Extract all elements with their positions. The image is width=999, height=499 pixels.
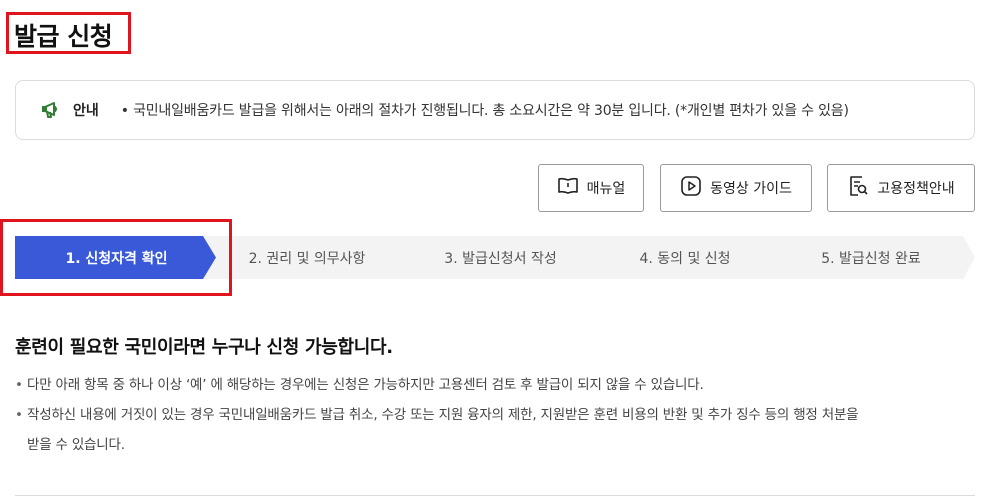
- bullet-item: 다만 아래 항목 중 하나 이상 ‘예’ 에 해당하는 경우에는 신청은 가능하…: [15, 370, 980, 400]
- step-1-label: 1. 신청자격 확인: [65, 250, 168, 267]
- video-guide-button-label: 동영상 가이드: [710, 181, 792, 197]
- employment-policy-button-label: 고용정책안내: [877, 181, 955, 197]
- step-4-label: 4. 동의 및 신청: [639, 250, 731, 267]
- bullet-text: 다만 아래 항목 중 하나 이상 ‘예’ 에 해당하는 경우에는 신청은 가능하…: [27, 377, 704, 393]
- eligibility-headline: 훈련이 필요한 국민이라면 누구나 신청 가능합니다.: [15, 337, 393, 358]
- bullet-text-continued: 받을 수 있습니다.: [27, 437, 125, 453]
- employment-policy-button[interactable]: 고용정책안내: [827, 164, 975, 212]
- document-search-icon: [847, 175, 877, 201]
- page-title: 발급 신청: [14, 22, 113, 51]
- step-5-label: 5. 발급신청 완료: [821, 250, 921, 267]
- manual-button-label: 매뉴얼: [586, 181, 626, 197]
- step-3: 3. 발급신청서 작성: [398, 236, 603, 279]
- step-3-label: 3. 발급신청서 작성: [444, 250, 557, 267]
- bullet-text: 작성하신 내용에 거짓이 있는 경우 국민내일배움카드 발급 취소, 수강 또는…: [27, 407, 859, 423]
- step-2: 2. 권리 및 의무사항: [203, 236, 411, 279]
- step-5: 5. 발급신청 완료: [767, 236, 975, 279]
- divider: [15, 495, 975, 496]
- megaphone-icon: [42, 100, 64, 120]
- book-icon: [557, 176, 587, 200]
- bullet-item: 작성하신 내용에 거짓이 있는 경우 국민내일배움카드 발급 취소, 수강 또는…: [15, 400, 980, 460]
- notice-text: • 국민내일배움카드 발급을 위해서는 아래의 절차가 진행됩니다. 총 소요시…: [120, 103, 849, 119]
- play-icon: [680, 175, 710, 201]
- notice-label: 안내: [73, 103, 99, 119]
- step-4: 4. 동의 및 신청: [590, 236, 780, 279]
- notice-bullet-list: 다만 아래 항목 중 하나 이상 ‘예’ 에 해당하는 경우에는 신청은 가능하…: [15, 370, 980, 460]
- notice-box: 안내 • 국민내일배움카드 발급을 위해서는 아래의 절차가 진행됩니다. 총 …: [15, 80, 975, 140]
- step-2-label: 2. 권리 및 의무사항: [248, 250, 366, 267]
- video-guide-button[interactable]: 동영상 가이드: [660, 164, 812, 212]
- manual-button[interactable]: 매뉴얼: [538, 164, 644, 212]
